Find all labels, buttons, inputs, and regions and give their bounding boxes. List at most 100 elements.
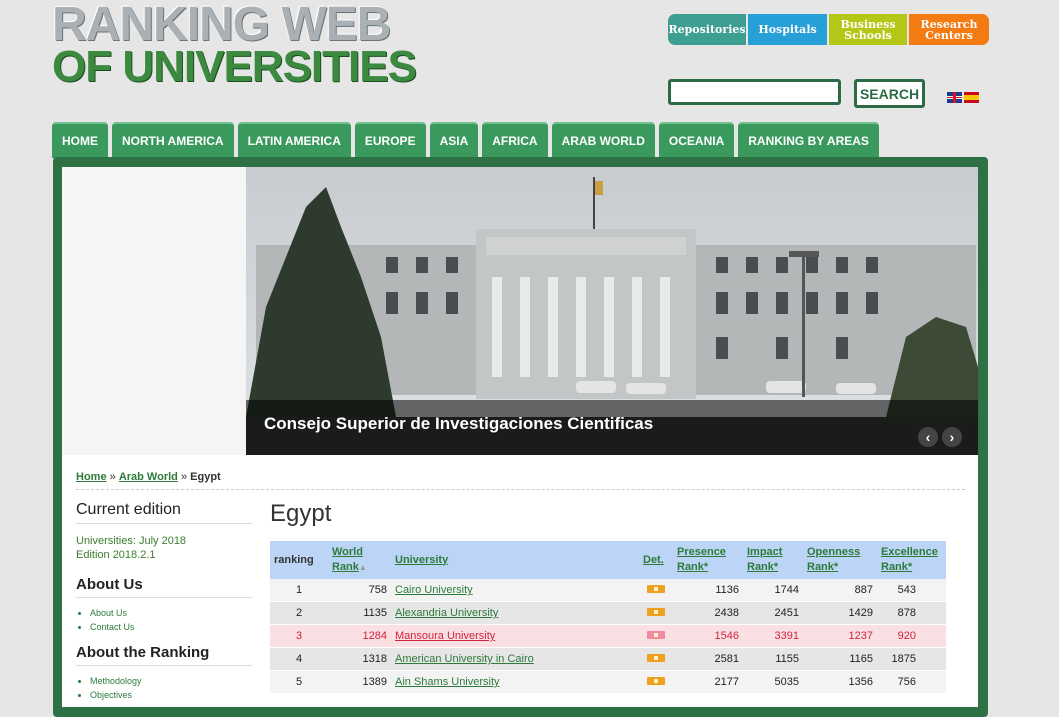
table-header-row: ranking World Rank▲ University Det. Prese… xyxy=(270,541,946,579)
cell-university: Ain Shams University xyxy=(391,670,639,694)
site-logo[interactable]: RANKING WEB OF UNIVERSITIES xyxy=(52,0,417,91)
slider-next-icon[interactable]: › xyxy=(942,427,962,447)
col-det[interactable]: Det. xyxy=(639,541,673,579)
about-us-heading: About Us xyxy=(76,576,252,598)
col-impact[interactable]: Impact Rank* xyxy=(743,541,803,579)
edition-info: Universities: July 2018 Edition 2018.2.1 xyxy=(76,534,252,562)
methodology-link[interactable]: Methodology xyxy=(90,676,142,686)
col-openness[interactable]: Openness Rank* xyxy=(803,541,877,579)
contact-us-link[interactable]: Contact Us xyxy=(90,622,135,632)
nav-oceania[interactable]: OCEANIA xyxy=(658,122,735,158)
nav-home[interactable]: HOME xyxy=(52,122,108,158)
cell-det xyxy=(639,670,673,694)
category-business-schools[interactable]: Business Schools xyxy=(829,14,907,45)
excellence-sort-link[interactable]: Excellence Rank* xyxy=(881,546,938,573)
header-text: Rank* xyxy=(677,561,709,573)
image-slider[interactable]: Consejo Superior de Investigaciones Cien… xyxy=(246,167,978,455)
cell-det xyxy=(639,579,673,602)
university-link[interactable]: Alexandria University xyxy=(395,607,498,619)
breadcrumb-separator: » xyxy=(180,471,188,483)
openness-sort-link[interactable]: Openness Rank* xyxy=(807,546,860,573)
cell-world-rank: 1389 xyxy=(328,670,391,694)
header-text: Openness xyxy=(807,546,861,558)
category-research-centers[interactable]: Research Centers xyxy=(909,14,989,45)
logo-line-1: RANKING WEB xyxy=(52,0,391,51)
slider-caption[interactable]: Consejo Superior de Investigaciones Cien… xyxy=(264,414,653,434)
col-world-rank[interactable]: World Rank▲ xyxy=(328,541,391,579)
university-link[interactable]: Cairo University xyxy=(395,584,473,596)
cell-ranking: 1 xyxy=(270,579,328,602)
university-sort-link[interactable]: University xyxy=(395,554,448,566)
cell-det xyxy=(639,601,673,625)
cell-impact: 1155 xyxy=(743,647,803,671)
cell-excellence: 920 xyxy=(877,624,946,648)
nav-latin-america[interactable]: LATIN AMERICA xyxy=(237,122,351,158)
university-link[interactable]: Mansoura University xyxy=(395,630,495,642)
ranking-table: ranking World Rank▲ University Det. Prese… xyxy=(270,541,946,694)
col-university[interactable]: University xyxy=(391,541,639,579)
category-hospitals[interactable]: Hospitals xyxy=(748,14,827,45)
col-presence[interactable]: Presence Rank* xyxy=(673,541,743,579)
details-icon[interactable] xyxy=(647,631,665,639)
breadcrumb-divider xyxy=(76,489,965,490)
category-repositories[interactable]: Repositories xyxy=(668,14,746,45)
cell-excellence: 756 xyxy=(877,670,946,694)
cell-openness: 887 xyxy=(803,579,877,602)
cell-openness: 1356 xyxy=(803,670,877,694)
english-flag-icon[interactable] xyxy=(947,92,962,103)
impact-sort-link[interactable]: Impact Rank* xyxy=(747,546,782,573)
cell-university: Mansoura University xyxy=(391,624,639,648)
nav-africa[interactable]: AFRICA xyxy=(482,122,548,158)
current-edition-heading: Current edition xyxy=(76,501,252,524)
details-icon[interactable] xyxy=(647,654,665,662)
list-item[interactable]: Contact Us xyxy=(90,620,252,634)
university-link[interactable]: American University in Cairo xyxy=(395,653,534,665)
cell-impact: 2451 xyxy=(743,601,803,625)
list-item[interactable]: Methodology xyxy=(90,674,252,688)
breadcrumb-home[interactable]: Home xyxy=(76,471,107,483)
nav-europe[interactable]: EUROPE xyxy=(354,122,426,158)
search-button[interactable]: SEARCH xyxy=(854,79,925,108)
header-text: Impact xyxy=(747,546,783,558)
objectives-link[interactable]: Objectives xyxy=(90,690,132,700)
nav-ranking-by-areas[interactable]: RANKING BY AREAS xyxy=(738,122,879,158)
spanish-flag-icon[interactable] xyxy=(964,92,979,103)
nav-asia[interactable]: ASIA xyxy=(429,122,479,158)
breadcrumb: Home » Arab World » Egypt xyxy=(76,471,221,483)
col-excellence[interactable]: Excellence Rank* xyxy=(877,541,946,579)
slider-prev-icon[interactable]: ‹ xyxy=(918,427,938,447)
table-row-highlighted: 3 1284 Mansoura University 1546 3391 123… xyxy=(270,624,946,648)
breadcrumb-arab-world[interactable]: Arab World xyxy=(119,471,178,483)
cell-openness: 1165 xyxy=(803,647,877,671)
logo-line-2: OF UNIVERSITIES xyxy=(52,42,417,91)
header-text: World xyxy=(332,546,363,558)
details-icon[interactable] xyxy=(647,677,665,685)
list-item[interactable]: About Us xyxy=(90,606,252,620)
header-text: Presence xyxy=(677,546,726,558)
edition-universities: Universities: July 2018 xyxy=(76,535,187,547)
presence-sort-link[interactable]: Presence Rank* xyxy=(677,546,726,573)
cell-university: Alexandria University xyxy=(391,601,639,625)
search-input[interactable] xyxy=(668,79,841,105)
cell-openness: 1429 xyxy=(803,601,877,625)
cell-ranking: 5 xyxy=(270,670,328,694)
cell-world-rank: 1135 xyxy=(328,601,391,625)
cell-world-rank: 1318 xyxy=(328,647,391,671)
details-icon[interactable] xyxy=(647,585,665,593)
page-title: Egypt xyxy=(270,500,332,527)
det-sort-link[interactable]: Det. xyxy=(643,554,664,566)
sort-arrow-icon: ▲ xyxy=(358,563,367,572)
cell-presence: 1136 xyxy=(673,579,743,602)
cell-impact: 3391 xyxy=(743,624,803,648)
cell-excellence: 543 xyxy=(877,579,946,602)
about-ranking-list: Methodology Objectives xyxy=(76,674,252,702)
about-us-link[interactable]: About Us xyxy=(90,608,127,618)
nav-north-america[interactable]: NORTH AMERICA xyxy=(112,122,234,158)
details-icon[interactable] xyxy=(647,608,665,616)
university-link[interactable]: Ain Shams University xyxy=(395,676,500,688)
cell-impact: 1744 xyxy=(743,579,803,602)
header-text: Excellence xyxy=(881,546,938,558)
nav-arab-world[interactable]: ARAB WORLD xyxy=(551,122,655,158)
cell-ranking: 4 xyxy=(270,647,328,671)
cell-university: Cairo University xyxy=(391,579,639,602)
